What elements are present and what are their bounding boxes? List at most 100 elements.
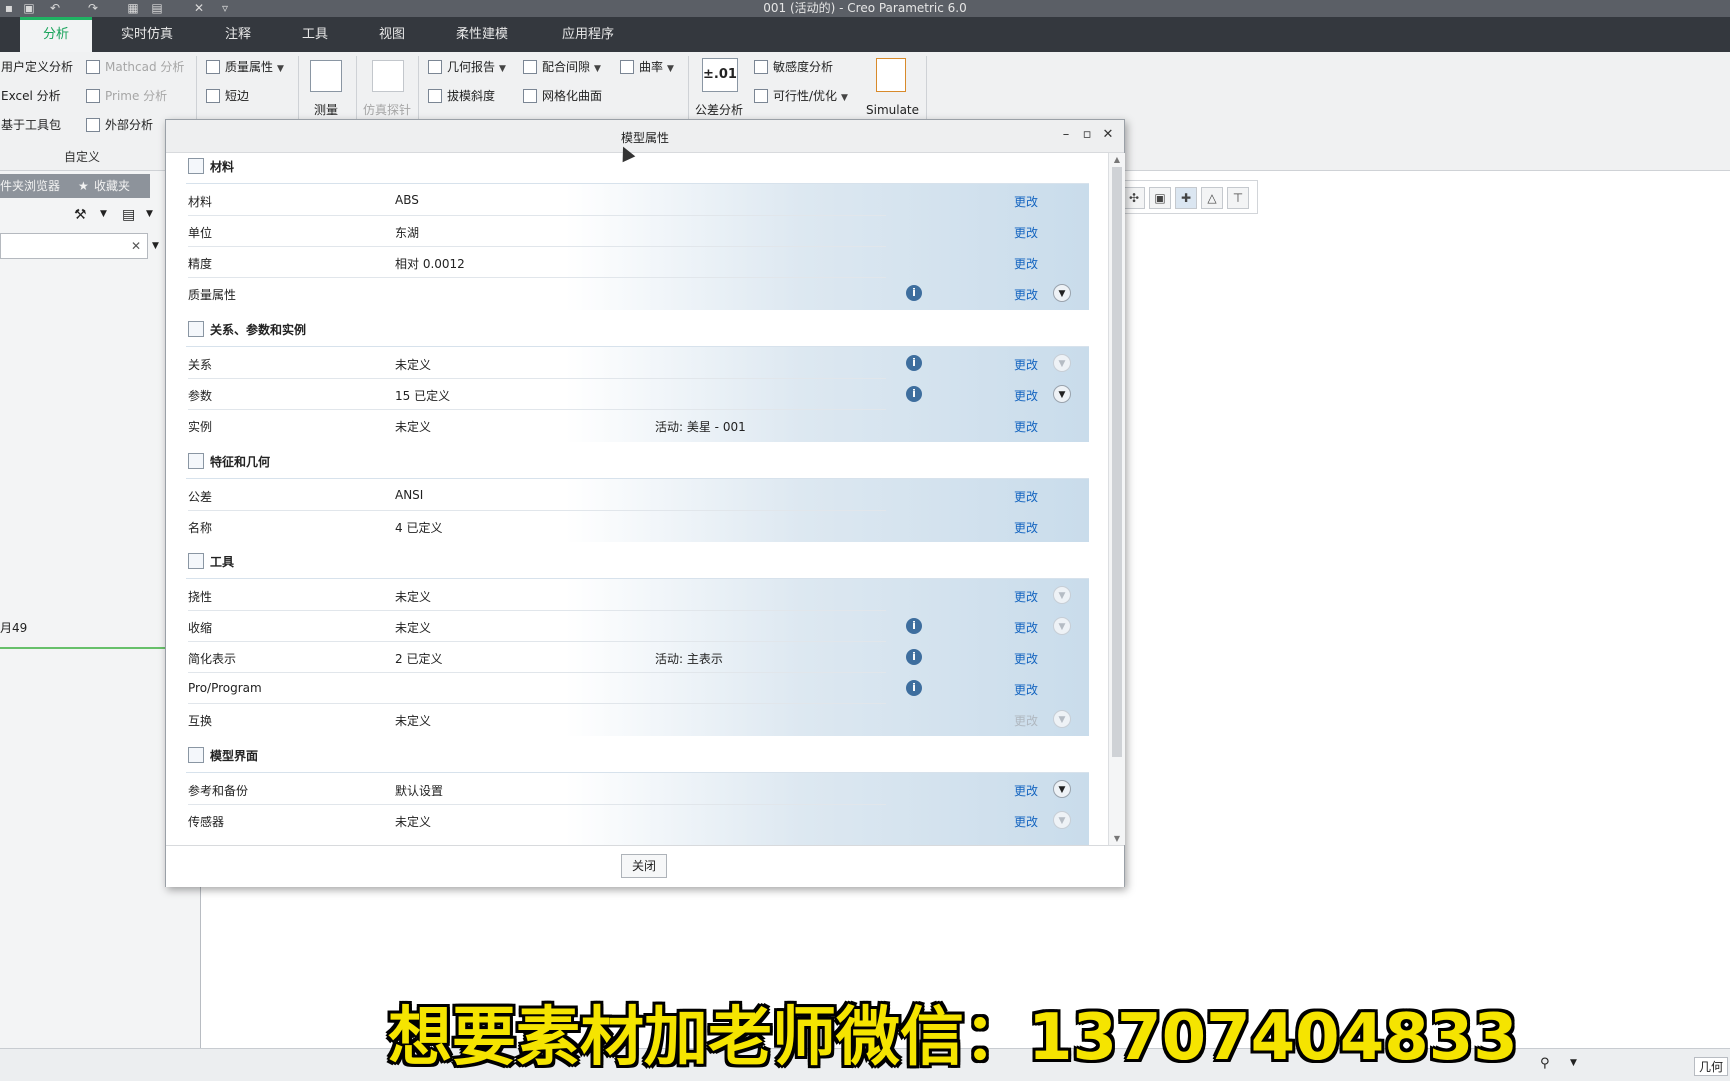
mass-properties-button[interactable]: 质量属性 ▼ [206, 56, 284, 78]
row-references: 参考和备份 默认设置 更改 ▼ [188, 774, 1088, 805]
row-parameters: 参数 15 已定义 i 更改 ▼ [188, 379, 1088, 410]
change-relations-link[interactable]: 更改 [1014, 356, 1038, 373]
scroll-thumb[interactable] [1112, 167, 1122, 757]
change-tolerance-link[interactable]: 更改 [1014, 488, 1038, 505]
change-material-link[interactable]: 更改 [1014, 193, 1038, 210]
scroll-down-icon[interactable]: ▼ [1109, 834, 1125, 843]
external-analysis-icon [86, 118, 100, 132]
simulate-button[interactable]: Simulate [866, 99, 919, 121]
datum-plane-icon[interactable]: △ [1201, 187, 1223, 209]
annotation-display-icon[interactable]: ⊤ [1227, 187, 1249, 209]
toolkit-analysis-button[interactable]: 基于工具包 [1, 114, 61, 136]
expand-chevron-icon: ▼ [1053, 710, 1071, 728]
scroll-up-icon[interactable]: ▲ [1109, 155, 1125, 164]
curvature-button[interactable]: 曲率 ▼ [620, 56, 674, 78]
ribbon-separator [926, 56, 927, 122]
expand-chevron-icon[interactable]: ▼ [1053, 284, 1071, 302]
feasibility-button[interactable]: 可行性/优化 ▼ [754, 85, 848, 107]
geometry-report-button[interactable]: 几何报告 ▼ [428, 56, 506, 78]
change-references-link[interactable]: 更改 [1014, 782, 1038, 799]
section-relations: 关系、参数和实例 [188, 316, 306, 344]
tolerance-analysis-button[interactable]: 公差分析 [695, 99, 743, 121]
mesh-surface-button[interactable]: 网格化曲面 [523, 85, 602, 107]
spin-center-icon[interactable]: ▣ [1149, 187, 1171, 209]
row-interchange: 互换 未定义 更改 ▼ [188, 704, 1088, 735]
change-sensors-link[interactable]: 更改 [1014, 813, 1038, 830]
simulate-icon[interactable] [876, 58, 906, 92]
sensitivity-icon [754, 60, 768, 74]
tab-folder-browser[interactable]: 件夹浏览器 [0, 174, 60, 198]
dialog-scrollbar[interactable]: ▲ ▼ [1108, 153, 1125, 845]
close-icon[interactable]: ✕ [1100, 127, 1116, 143]
mathcad-analysis-button[interactable]: Mathcad 分析 [86, 56, 184, 78]
sim-probe-button[interactable]: 仿真探针 [363, 99, 411, 121]
tree-search-input[interactable]: ✕ [0, 233, 148, 259]
change-flexibility-link[interactable]: 更改 [1014, 588, 1038, 605]
chevron-down-icon[interactable]: ▼ [100, 209, 107, 219]
chevron-down-icon[interactable]: ▼ [152, 241, 159, 251]
group-label-custom: 自定义 [64, 150, 101, 164]
expand-chevron-icon[interactable]: ▼ [1053, 385, 1071, 403]
tab-applications[interactable]: 应用程序 [548, 17, 628, 52]
info-icon[interactable]: i [906, 618, 922, 634]
change-parameters-link[interactable]: 更改 [1014, 387, 1038, 404]
tab-favorites[interactable]: 收藏夹 [94, 174, 130, 198]
datum-axis-icon[interactable]: ✚ [1175, 187, 1197, 209]
mass-properties-icon [206, 60, 220, 74]
chevron-down-icon: ▼ [841, 93, 848, 103]
maximize-icon[interactable]: ▫ [1079, 127, 1095, 143]
change-simplified-rep-link[interactable]: 更改 [1014, 650, 1038, 667]
info-icon[interactable]: i [906, 680, 922, 696]
info-icon[interactable]: i [906, 355, 922, 371]
change-units-link[interactable]: 更改 [1014, 224, 1038, 241]
chevron-down-icon: ▼ [499, 64, 506, 74]
section-model-interface: 模型界面 [188, 742, 258, 770]
tree-filter-icon[interactable]: ▤ [122, 207, 142, 227]
chevron-down-icon: ▼ [667, 64, 674, 74]
datum-display-icon[interactable]: ✣ [1123, 187, 1145, 209]
window-title: 001 (活动的) - Creo Parametric 6.0 [763, 1, 967, 15]
change-names-link[interactable]: 更改 [1014, 519, 1038, 536]
minimize-icon[interactable]: – [1058, 127, 1074, 143]
change-instances-link[interactable]: 更改 [1014, 418, 1038, 435]
change-shrinkage-link[interactable]: 更改 [1014, 619, 1038, 636]
tolerance-icon[interactable]: ±.01 [702, 58, 738, 92]
external-analysis-button[interactable]: 外部分析 [86, 114, 153, 136]
user-defined-analysis-button[interactable]: 用户定义分析 [1, 56, 73, 78]
change-pro-program-link[interactable]: 更改 [1014, 681, 1038, 698]
tab-flexible-modeling[interactable]: 柔性建模 [442, 17, 522, 52]
tab-live-simulation[interactable]: 实时仿真 [108, 17, 186, 52]
measure-icon[interactable] [310, 60, 342, 92]
excel-analysis-button[interactable]: Excel 分析 [1, 85, 61, 107]
change-accuracy-link[interactable]: 更改 [1014, 255, 1038, 272]
close-button[interactable]: 关闭 [621, 854, 667, 878]
tab-analysis[interactable]: 分析 [20, 17, 92, 52]
tree-settings-icon[interactable]: ⚒ [74, 207, 94, 227]
expand-chevron-icon: ▼ [1053, 586, 1071, 604]
relations-icon [188, 321, 204, 337]
tab-tools[interactable]: 工具 [285, 17, 345, 52]
tab-view[interactable]: 视图 [362, 17, 422, 52]
measure-button[interactable]: 测量 [314, 99, 338, 121]
tab-annotate[interactable]: 注释 [208, 17, 268, 52]
expand-chevron-icon[interactable]: ▼ [1053, 780, 1071, 798]
row-flexibility: 挠性 未定义 更改 ▼ [188, 580, 1088, 611]
info-icon[interactable]: i [906, 649, 922, 665]
short-edge-button[interactable]: 短边 [206, 85, 249, 107]
model-tree-item[interactable]: 月49 [0, 619, 27, 636]
clear-icon[interactable]: ✕ [131, 239, 141, 253]
row-tolerance: 公差 ANSI 更改 [188, 480, 1088, 511]
draft-button[interactable]: 拔模斜度 [428, 85, 495, 107]
chevron-down-icon: ▼ [594, 64, 601, 74]
sim-probe-icon [372, 60, 404, 92]
mating-clearance-button[interactable]: 配合间隙 ▼ [523, 56, 601, 78]
chevron-down-icon[interactable]: ▼ [1570, 1058, 1577, 1068]
prime-analysis-button[interactable]: Prime 分析 [86, 85, 167, 107]
sensitivity-analysis-button[interactable]: 敏感度分析 [754, 56, 833, 78]
mesh-surface-icon [523, 89, 537, 103]
info-icon[interactable]: i [906, 285, 922, 301]
info-icon[interactable]: i [906, 386, 922, 402]
chevron-down-icon[interactable]: ▼ [146, 209, 153, 219]
change-mass-properties-link[interactable]: 更改 [1014, 286, 1038, 303]
selection-filter[interactable]: 几何 [1694, 1057, 1729, 1076]
